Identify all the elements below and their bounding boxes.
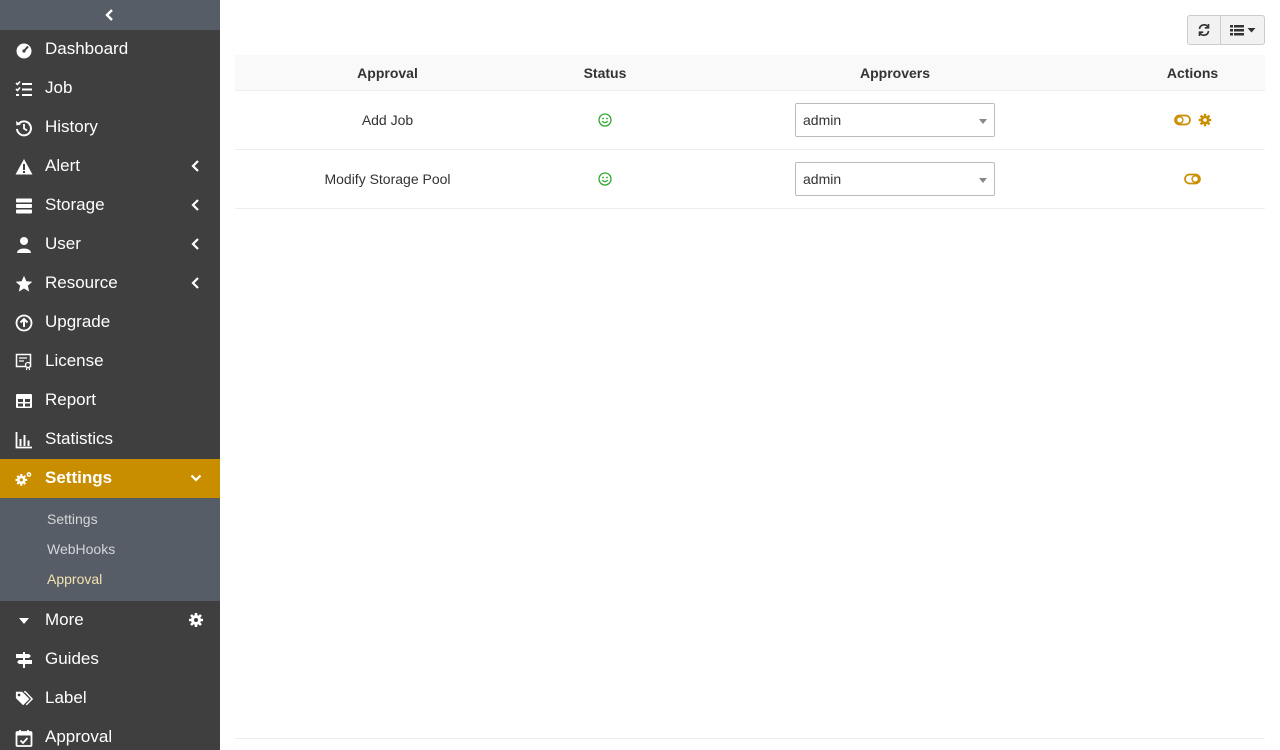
actions-cell	[1120, 91, 1265, 149]
column-header-approvers[interactable]: Approvers	[670, 55, 1120, 90]
warning-triangle-icon	[15, 158, 33, 176]
bar-chart-icon	[15, 431, 33, 449]
sidebar-item-label: More	[45, 610, 84, 629]
chevron-left-icon	[190, 277, 202, 289]
sidebar-item-label-tags[interactable]: Label	[0, 679, 220, 718]
toggle-icon[interactable]	[1184, 173, 1201, 185]
column-header-status[interactable]: Status	[540, 55, 670, 90]
certificate-icon	[15, 353, 33, 371]
refresh-icon	[1198, 24, 1210, 36]
approval-name-cell: Modify Storage Pool	[324, 171, 451, 187]
status-cell	[540, 91, 670, 149]
sidebar-item-label: Job	[45, 78, 73, 97]
sidebar-item-more[interactable]: More	[0, 601, 220, 640]
approval-table: Approval Status Approvers Actions Add Jo…	[235, 55, 1265, 209]
sidebar-item-label: Alert	[45, 156, 80, 175]
sidebar-item-label: Statistics	[45, 429, 114, 448]
caret-down-icon	[1247, 28, 1255, 33]
approvers-select-value: admin	[803, 171, 842, 187]
tags-icon	[15, 690, 33, 708]
chevron-left-icon	[190, 238, 202, 250]
sidebar-item-label: Label	[45, 688, 87, 707]
sidebar-collapse-button[interactable]	[0, 0, 220, 30]
chevron-left-icon	[190, 199, 202, 211]
history-clock-icon	[15, 119, 33, 137]
column-header-actions[interactable]: Actions	[1120, 55, 1265, 90]
table-row: Modify Storage Pool admin	[235, 150, 1265, 209]
approvers-cell: admin	[670, 150, 1120, 208]
refresh-button[interactable]	[1187, 15, 1221, 45]
gears-icon	[15, 470, 33, 488]
sidebar-item-alert[interactable]: Alert	[0, 147, 220, 186]
sidebar-item-upgrade[interactable]: Upgrade	[0, 303, 220, 342]
task-list-icon	[15, 80, 33, 98]
sidebar-item-label: Approval	[45, 727, 113, 746]
sidebar-item-label: Storage	[45, 195, 105, 214]
sidebar-item-job[interactable]: Job	[0, 69, 220, 108]
table-row: Add Job admin	[235, 91, 1265, 150]
list-icon	[1229, 25, 1244, 36]
gear-icon[interactable]	[188, 612, 204, 628]
sidebar-item-settings[interactable]: Settings	[0, 459, 220, 498]
chevron-left-icon	[190, 160, 202, 172]
sidebar-item-label: License	[45, 351, 104, 370]
approval-name-cell: Add Job	[361, 112, 414, 128]
sidebar-item-label: Settings	[45, 468, 113, 487]
sidebar-item-guides[interactable]: Guides	[0, 640, 220, 679]
submenu-item-webhooks[interactable]: WebHooks	[0, 534, 220, 564]
sidebar-item-user[interactable]: User	[0, 225, 220, 264]
calendar-check-icon	[15, 729, 33, 747]
sidebar-item-dashboard[interactable]: Dashboard	[0, 30, 220, 69]
user-icon	[15, 236, 33, 254]
sidebar-item-label: Resource	[45, 273, 118, 292]
approvers-select[interactable]: admin	[795, 103, 995, 137]
column-header-approval[interactable]: Approval	[235, 55, 540, 90]
sidebar: Dashboard Job History Alert Storage User	[0, 0, 220, 750]
approvers-select-value: admin	[803, 112, 842, 128]
gear-icon[interactable]	[1198, 113, 1212, 127]
footer-divider	[235, 738, 1265, 739]
star-icon	[15, 275, 33, 293]
sidebar-item-storage[interactable]: Storage	[0, 186, 220, 225]
sidebar-item-label: Upgrade	[45, 312, 111, 331]
main-content: Approval Status Approvers Actions Add Jo…	[220, 0, 1280, 750]
table-toolbar	[1187, 15, 1265, 45]
actions-cell	[1120, 150, 1265, 208]
sidebar-item-label: Report	[45, 390, 97, 409]
smile-icon	[598, 113, 612, 127]
upgrade-arrow-circle-icon	[15, 314, 33, 332]
submenu-item-approval[interactable]: Approval	[0, 564, 220, 594]
caret-down-icon	[979, 119, 987, 124]
sidebar-item-resource[interactable]: Resource	[0, 264, 220, 303]
sidebar-item-history[interactable]: History	[0, 108, 220, 147]
sidebar-item-statistics[interactable]: Statistics	[0, 420, 220, 459]
sidebar-item-label: History	[45, 117, 98, 136]
chevron-down-icon	[190, 472, 202, 484]
status-cell	[540, 150, 670, 208]
caret-down-icon	[15, 612, 33, 630]
sidebar-item-approval[interactable]: Approval	[0, 718, 220, 750]
smile-icon	[598, 172, 612, 186]
settings-submenu: Settings WebHooks Approval	[0, 498, 220, 601]
sidebar-item-report[interactable]: Report	[0, 381, 220, 420]
caret-down-icon	[979, 178, 987, 183]
table-header-row: Approval Status Approvers Actions	[235, 55, 1265, 91]
table-grid-icon	[15, 392, 33, 410]
approvers-cell: admin	[670, 91, 1120, 149]
toggle-icon[interactable]	[1173, 114, 1191, 126]
sidebar-item-label: Guides	[45, 649, 99, 668]
submenu-item-settings[interactable]: Settings	[0, 504, 220, 534]
signpost-icon	[15, 651, 33, 669]
sidebar-item-label: User	[45, 234, 81, 253]
sidebar-item-label: Dashboard	[45, 39, 129, 58]
dashboard-gauge-icon	[15, 41, 33, 59]
storage-server-icon	[15, 197, 33, 215]
approvers-select[interactable]: admin	[795, 162, 995, 196]
chevron-left-icon	[105, 9, 113, 21]
sidebar-item-license[interactable]: License	[0, 342, 220, 381]
columns-toggle-button[interactable]	[1221, 15, 1265, 45]
